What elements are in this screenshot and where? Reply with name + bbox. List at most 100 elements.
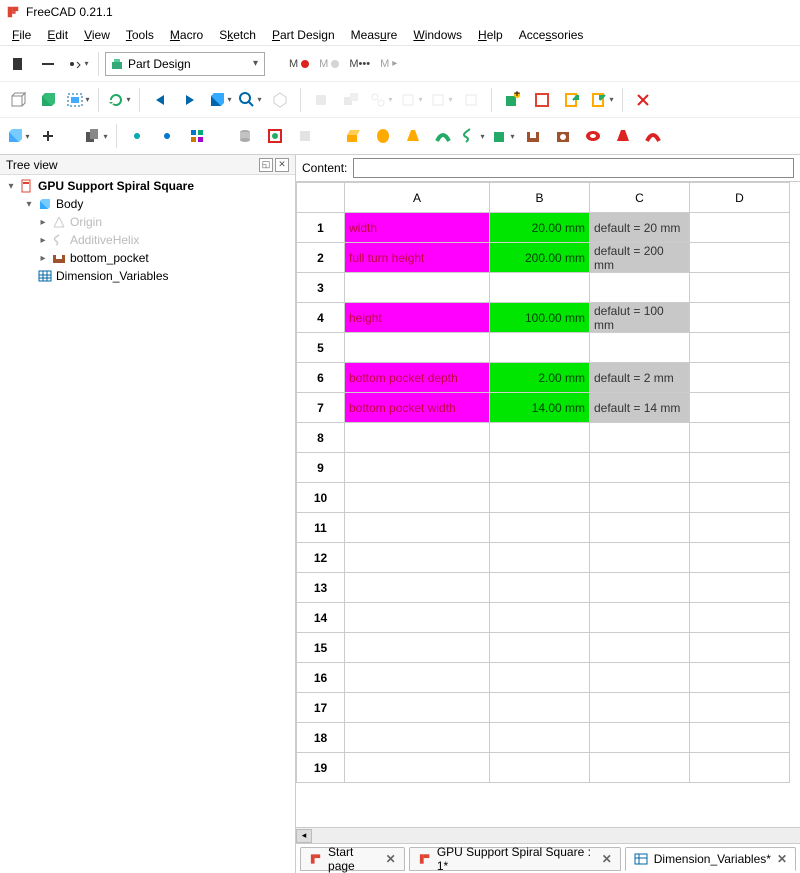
cell[interactable] [590,573,690,603]
link2-icon[interactable]: ▾ [397,86,425,114]
tab-start-page[interactable]: Start page ✕ [300,847,405,871]
scroll-track[interactable] [312,829,800,843]
cell[interactable] [690,393,790,423]
cell[interactable] [590,453,690,483]
menu-accessories[interactable]: Accessories [511,26,592,44]
row-header[interactable]: 9 [297,453,345,483]
row-header[interactable]: 2 [297,243,345,273]
macro-stop-button[interactable]: M [315,58,343,70]
cell[interactable] [690,423,790,453]
cell[interactable] [590,693,690,723]
cell[interactable] [490,423,590,453]
macro-list-button[interactable]: M••• [345,58,374,70]
menu-partdesign[interactable]: Part Design [264,26,343,44]
menu-measure[interactable]: Measure [343,26,406,44]
col-header-a[interactable]: A [345,183,490,213]
content-input[interactable] [353,158,794,178]
row-header[interactable]: 8 [297,423,345,453]
cell[interactable] [345,273,490,303]
row-header[interactable]: 15 [297,633,345,663]
sheet-scroll[interactable]: A B C D 1width20.00 mmdefault = 20 mm 2f… [296,181,800,827]
cell[interactable] [690,243,790,273]
cell[interactable] [590,603,690,633]
cell[interactable] [345,723,490,753]
plus-icon[interactable] [34,122,62,150]
col-header-d[interactable]: D [690,183,790,213]
menu-tools[interactable]: Tools [118,26,162,44]
red-shape-icon[interactable] [261,122,289,150]
blue-cube-icon[interactable]: ▾ [4,122,32,150]
gray-shape-icon[interactable] [291,122,319,150]
link4-icon[interactable] [457,86,485,114]
row-header[interactable]: 18 [297,723,345,753]
cell[interactable]: default = 14 mm [590,393,690,423]
menu-view[interactable]: View [76,26,118,44]
cell[interactable] [590,663,690,693]
cell[interactable]: bottom pocket depth [345,363,490,393]
tree-toggle-icon[interactable]: ▸ [38,253,48,264]
link-icon[interactable]: ▾ [367,86,395,114]
cell[interactable] [490,663,590,693]
cell[interactable]: 200.00 mm [490,243,590,273]
row-header[interactable]: 17 [297,693,345,723]
cell[interactable] [590,723,690,753]
new-doc-icon[interactable] [4,50,32,78]
cell[interactable] [690,483,790,513]
cell[interactable] [345,633,490,663]
close-icon[interactable] [629,86,657,114]
import-icon[interactable]: ▾ [588,86,616,114]
panel-float-icon[interactable]: ◱ [259,158,273,172]
cell[interactable] [690,633,790,663]
pad-icon[interactable] [339,122,367,150]
cell[interactable]: 100.00 mm [490,303,590,333]
row-header[interactable]: 4 [297,303,345,333]
cell[interactable] [490,333,590,363]
cell[interactable] [590,753,690,783]
row-header[interactable]: 16 [297,663,345,693]
cell[interactable] [490,543,590,573]
tree-toggle-icon[interactable]: ▸ [38,217,48,228]
cell[interactable]: height [345,303,490,333]
cell[interactable] [345,423,490,453]
row-header[interactable]: 1 [297,213,345,243]
menu-file[interactable]: File [4,26,39,44]
tree-dimvars-node[interactable]: Dimension_Variables [0,267,295,285]
cell[interactable] [490,633,590,663]
tree-toggle-icon[interactable]: ▾ [6,181,16,192]
tab-close-icon[interactable]: ✕ [777,852,787,866]
row-header[interactable]: 14 [297,603,345,633]
cylinder-icon[interactable] [231,122,259,150]
cell[interactable] [490,723,590,753]
row-header[interactable]: 13 [297,573,345,603]
cell[interactable] [345,333,490,363]
cell[interactable] [690,453,790,483]
panel-close-icon[interactable]: ✕ [275,158,289,172]
cell[interactable] [345,603,490,633]
cell[interactable] [690,573,790,603]
tab-close-icon[interactable]: ✕ [386,852,396,866]
row-header[interactable]: 5 [297,333,345,363]
tree-root[interactable]: ▾ GPU Support Spiral Square [0,177,295,195]
cube-solid-icon[interactable] [34,86,62,114]
groove-icon[interactable] [579,122,607,150]
cell[interactable]: default = 200 mm [590,243,690,273]
menu-windows[interactable]: Windows [405,26,470,44]
col-header-b[interactable]: B [490,183,590,213]
box-select-icon[interactable]: ▾ [64,86,92,114]
row-header[interactable]: 12 [297,543,345,573]
box-add-icon[interactable]: ▾ [489,122,517,150]
cell[interactable] [690,213,790,243]
tab-dimension-variables[interactable]: Dimension_Variables* ✕ [625,847,796,871]
cell[interactable] [490,513,590,543]
sweep-icon[interactable] [429,122,457,150]
cell[interactable] [490,603,590,633]
tree-helix-node[interactable]: ▸ AdditiveHelix [0,231,295,249]
menu-help[interactable]: Help [470,26,511,44]
cell[interactable] [590,543,690,573]
revolve-icon[interactable] [369,122,397,150]
iso-view-icon[interactable] [266,86,294,114]
tree-body[interactable]: ▾ GPU Support Spiral Square ▾ Body ▸ Ori… [0,175,295,873]
cell[interactable] [690,543,790,573]
cell[interactable] [690,273,790,303]
helix-icon[interactable]: ▾ [459,122,487,150]
